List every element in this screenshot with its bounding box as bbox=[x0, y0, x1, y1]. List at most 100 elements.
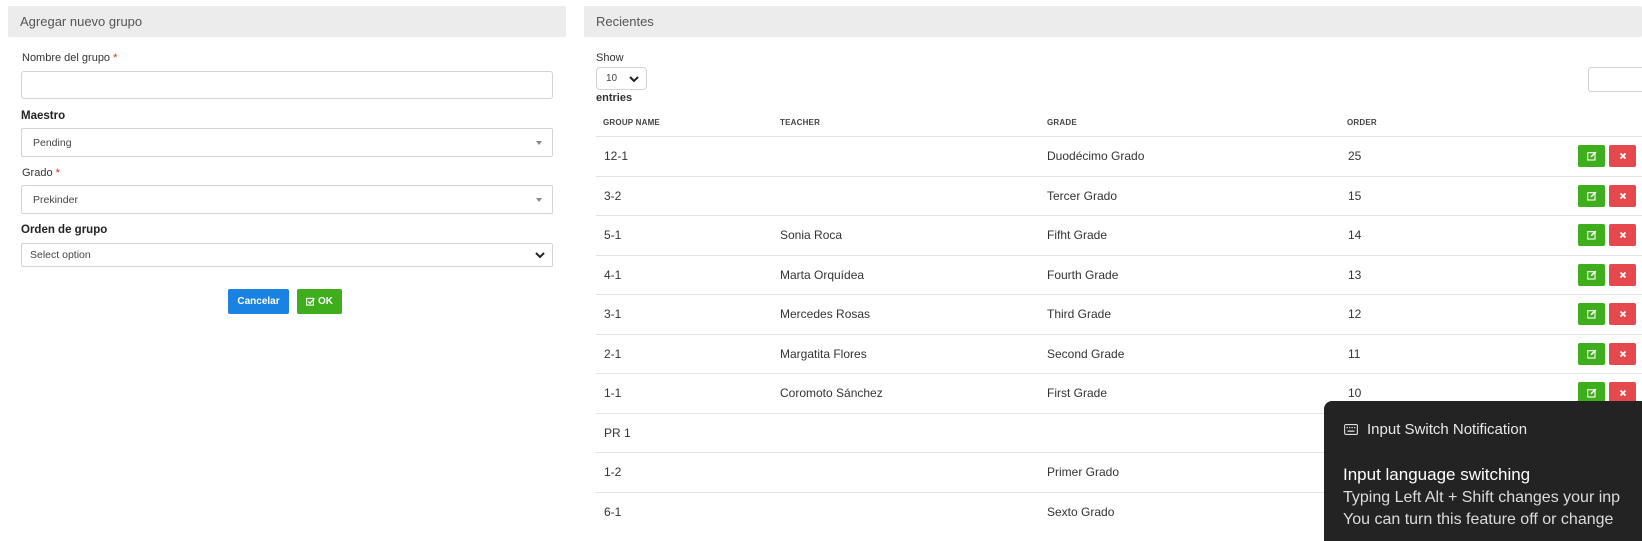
input-switch-notification[interactable]: Input Switch Notification Input language… bbox=[1324, 401, 1642, 541]
cell-teacher: Margatita Flores bbox=[780, 346, 867, 361]
notification-app-name: Input Switch Notification bbox=[1367, 421, 1528, 438]
cell-teacher: Coromoto Sánchez bbox=[780, 386, 883, 400]
edit-row-button[interactable] bbox=[1578, 263, 1605, 286]
caret-down-icon bbox=[536, 197, 542, 202]
group-name-label: Nombre del grupo * bbox=[22, 52, 117, 64]
required-mark: * bbox=[113, 52, 118, 64]
cell-group-name: 1-1 bbox=[604, 386, 622, 400]
cell-grade: Fourth Grade bbox=[1047, 267, 1119, 282]
cell-grade: Third Grade bbox=[1047, 307, 1112, 321]
chevron-down-icon bbox=[535, 252, 545, 259]
times-icon bbox=[1619, 231, 1626, 239]
cell-group-name: 4-1 bbox=[604, 267, 622, 282]
delete-row-button[interactable] bbox=[1609, 263, 1636, 286]
pencil-square-icon bbox=[1586, 230, 1596, 240]
delete-row-button[interactable] bbox=[1609, 145, 1636, 167]
cell-group-name: 5-1 bbox=[604, 228, 622, 242]
pencil-square-icon bbox=[1586, 349, 1596, 359]
grade-select-value: Prekinder bbox=[33, 193, 78, 206]
keyboard-icon bbox=[1344, 424, 1358, 435]
group-order-select-value: Select option bbox=[30, 249, 91, 261]
cell-group-name: 6-1 bbox=[604, 504, 622, 519]
teacher-select[interactable]: Pending bbox=[21, 128, 553, 157]
notification-body-line2: You can turn this feature off or change bbox=[1343, 511, 1614, 528]
required-mark: * bbox=[55, 167, 60, 179]
cell-grade: Second Grade bbox=[1047, 346, 1125, 361]
pencil-square-icon bbox=[1586, 191, 1596, 201]
times-icon bbox=[1619, 389, 1626, 397]
add-group-header: Agregar nuevo grupo bbox=[8, 6, 566, 37]
cell-group-name: 2-1 bbox=[604, 346, 622, 361]
table-row: 12-1 Duodécimo Grado 25 bbox=[596, 136, 1642, 175]
delete-row-button[interactable] bbox=[1609, 303, 1636, 325]
pencil-square-icon bbox=[1586, 270, 1596, 280]
entries-select-value: 10 bbox=[606, 73, 618, 84]
chevron-down-icon bbox=[629, 75, 639, 82]
edit-row-button[interactable] bbox=[1578, 303, 1605, 325]
table-row: 4-1 Marta Orquídea Fourth Grade 13 bbox=[596, 254, 1642, 294]
cell-order: 13 bbox=[1348, 267, 1362, 282]
teacher-select-value: Pending bbox=[33, 136, 72, 149]
table-row: 3-2 Tercer Grado 15 bbox=[596, 175, 1642, 215]
table-row: 5-1 Sonia Roca Fifht Grade 14 bbox=[596, 215, 1642, 254]
cell-grade: First Grade bbox=[1047, 386, 1108, 400]
table-row: 3-1 Mercedes Rosas Third Grade 12 bbox=[596, 294, 1642, 333]
cell-order: 14 bbox=[1348, 228, 1362, 242]
cell-teacher: Sonia Roca bbox=[780, 228, 843, 242]
cancel-button[interactable]: Cancelar bbox=[228, 289, 289, 314]
edit-row-button[interactable] bbox=[1578, 342, 1605, 365]
delete-row-button[interactable] bbox=[1609, 184, 1636, 207]
cell-group-name: PR 1 bbox=[604, 425, 631, 440]
column-header-order[interactable]: ORDER bbox=[1347, 118, 1377, 127]
caret-down-icon bbox=[536, 140, 542, 145]
cell-teacher: Mercedes Rosas bbox=[780, 307, 871, 321]
cell-group-name: 1-2 bbox=[604, 465, 622, 479]
cell-order: 15 bbox=[1348, 188, 1362, 203]
column-header-group-name[interactable]: GROUP NAME bbox=[603, 118, 660, 127]
edit-row-button[interactable] bbox=[1578, 224, 1605, 246]
cell-order: 25 bbox=[1348, 149, 1362, 163]
table-row: 2-1 Margatita Flores Second Grade 11 bbox=[596, 333, 1642, 373]
grade-select[interactable]: Prekinder bbox=[21, 185, 553, 214]
recent-header: Recientes bbox=[584, 6, 1642, 37]
cancel-button-label: Cancelar bbox=[237, 296, 280, 307]
edit-row-button[interactable] bbox=[1578, 145, 1605, 167]
table-search-input[interactable] bbox=[1588, 67, 1642, 92]
entries-select[interactable]: 10 bbox=[596, 67, 647, 90]
grade-label: Grado * bbox=[22, 167, 60, 179]
times-icon bbox=[1619, 310, 1626, 318]
notification-header: Input Switch Notification bbox=[1344, 421, 1527, 438]
edit-row-button[interactable] bbox=[1578, 184, 1605, 207]
notification-body-line1: Typing Left Alt + Shift changes your inp bbox=[1343, 489, 1621, 506]
cell-grade: Tercer Grado bbox=[1047, 188, 1118, 203]
check-square-icon bbox=[306, 297, 315, 306]
teacher-label: Maestro bbox=[21, 110, 66, 122]
recent-title: Recientes bbox=[596, 14, 654, 29]
cell-group-name: 3-2 bbox=[604, 188, 622, 203]
cell-grade: Primer Grado bbox=[1047, 465, 1120, 479]
times-icon bbox=[1619, 350, 1626, 357]
times-icon bbox=[1619, 152, 1626, 160]
cell-grade: Duodécimo Grado bbox=[1047, 149, 1145, 163]
entries-label: entries bbox=[596, 92, 633, 104]
cell-order: 12 bbox=[1348, 307, 1362, 321]
cell-order: 10 bbox=[1348, 386, 1362, 400]
column-header-grade[interactable]: GRADE bbox=[1047, 118, 1077, 127]
times-icon bbox=[1619, 271, 1626, 278]
cell-group-name: 3-1 bbox=[604, 307, 622, 321]
ok-button[interactable]: OK bbox=[297, 289, 342, 314]
pencil-square-icon bbox=[1586, 151, 1596, 161]
cell-order: 11 bbox=[1348, 346, 1361, 361]
group-order-select[interactable]: Select option bbox=[21, 243, 553, 267]
ok-button-label: OK bbox=[318, 296, 333, 307]
cell-grade: Sexto Grado bbox=[1047, 504, 1115, 519]
times-icon bbox=[1619, 192, 1626, 199]
delete-row-button[interactable] bbox=[1609, 224, 1636, 246]
notification-title: Input language switching bbox=[1343, 465, 1531, 484]
cell-grade: Fifht Grade bbox=[1047, 228, 1108, 242]
delete-row-button[interactable] bbox=[1609, 342, 1636, 365]
column-header-teacher[interactable]: TEACHER bbox=[780, 118, 820, 127]
group-name-input[interactable] bbox=[21, 71, 553, 99]
cell-teacher: Marta Orquídea bbox=[780, 267, 865, 282]
pencil-square-icon bbox=[1586, 388, 1596, 398]
